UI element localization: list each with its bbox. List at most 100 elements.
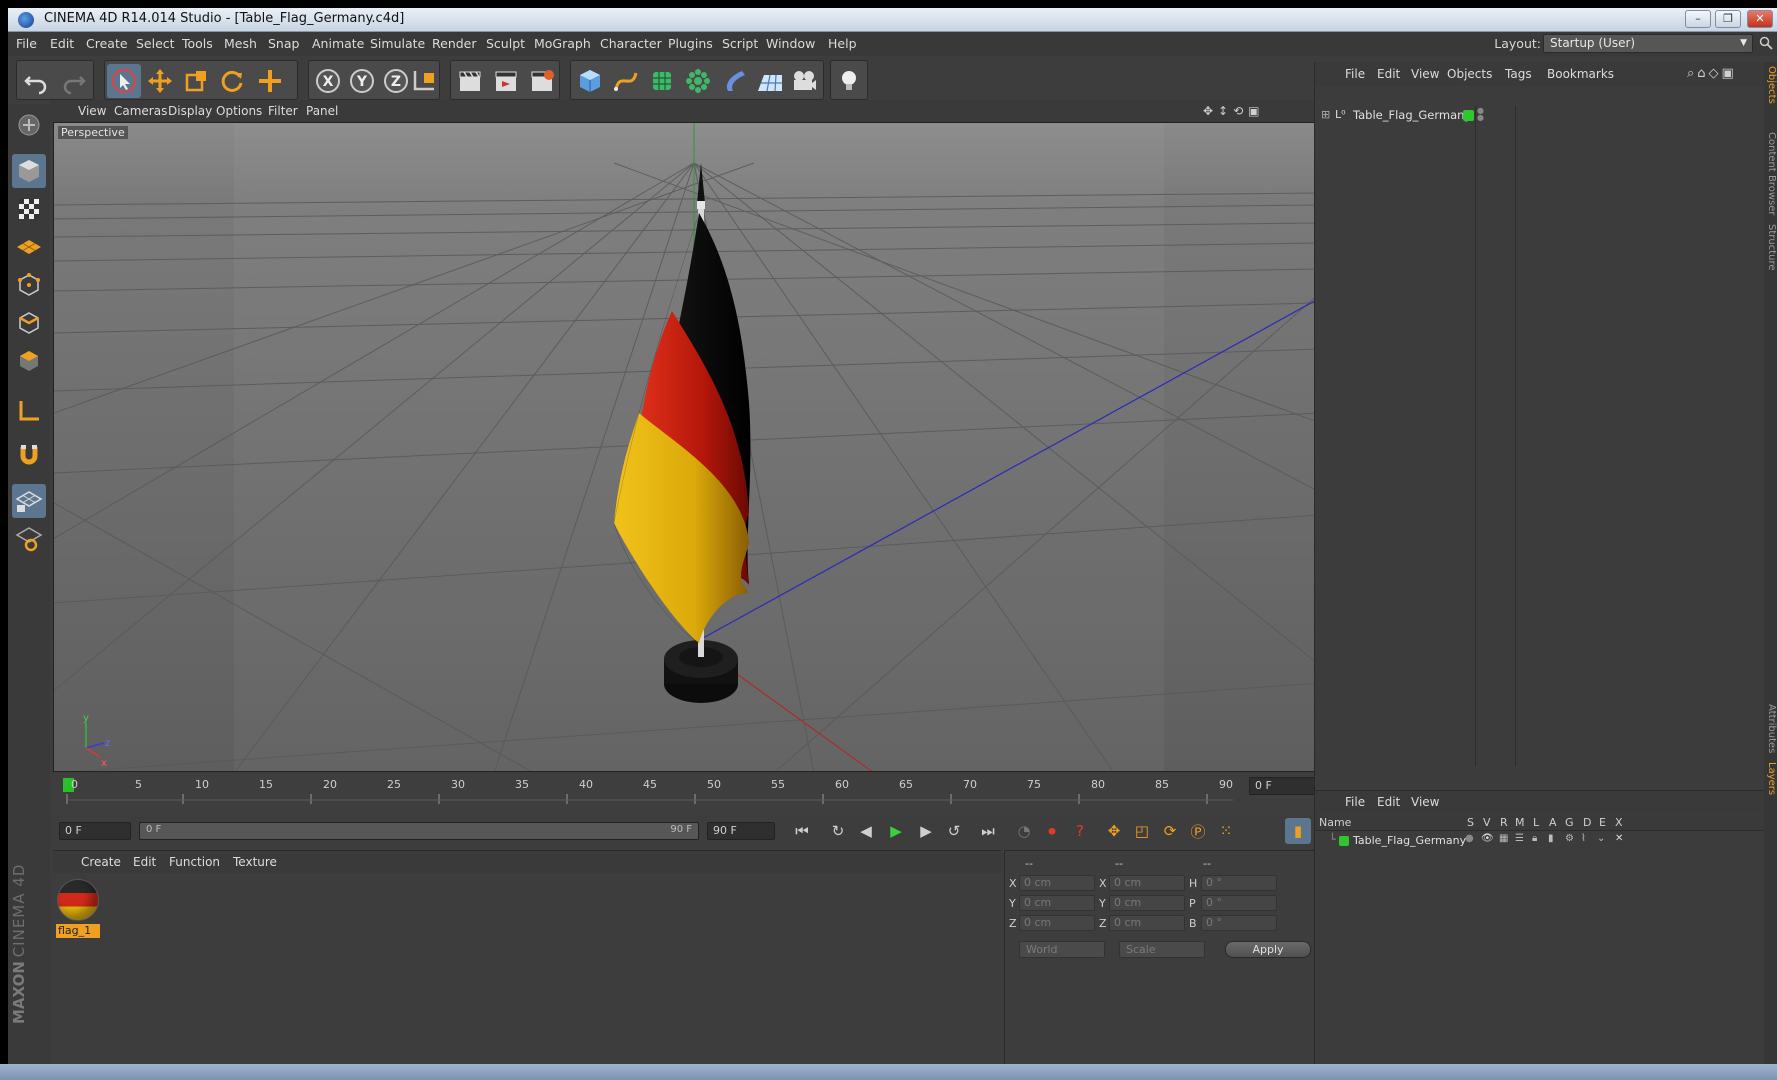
menu-mesh[interactable]: Mesh (224, 36, 257, 51)
vp-menu-filter[interactable]: Filter (268, 104, 298, 118)
timeline-window-button[interactable]: ▮ (1285, 818, 1311, 844)
col-expressions[interactable]: E (1599, 816, 1606, 829)
move-button[interactable] (143, 64, 177, 98)
size-x-field[interactable]: 0 cm (1109, 875, 1185, 891)
key-parameter-button[interactable]: Ⓟ (1185, 818, 1211, 844)
layer-menu-file[interactable]: File (1345, 795, 1365, 809)
key-scale-button[interactable]: ◰ (1129, 818, 1155, 844)
menu-sculpt[interactable]: Sculpt (486, 36, 525, 51)
cube-button[interactable] (573, 64, 607, 98)
menu-file[interactable]: File (16, 36, 37, 51)
close-button[interactable]: ✕ (1747, 10, 1773, 28)
live-selection-button[interactable] (107, 64, 141, 98)
viewport-nav-icons[interactable]: ✥↕⟲▣ (1203, 104, 1265, 118)
y-axis-button[interactable]: Y (345, 64, 379, 98)
material-name[interactable]: flag_1 (56, 924, 100, 938)
col-deformers[interactable]: D (1583, 816, 1591, 829)
layer-menu-edit[interactable]: Edit (1377, 795, 1400, 809)
vp-menu-options[interactable]: Options (216, 104, 262, 118)
model-mode-button[interactable] (12, 154, 46, 188)
layer-row[interactable]: └ Table_Flag_Germany ● 👁 ▦ ☰ 🔒︎ ▮ ⚙ ⌇ ⌄ … (1315, 833, 1765, 851)
menu-render[interactable]: Render (432, 36, 477, 51)
camera-button[interactable] (787, 64, 821, 98)
edges-mode-button[interactable] (12, 306, 46, 340)
goto-end-button[interactable]: ⏭ (975, 818, 1001, 844)
layer-color-swatch[interactable] (1339, 836, 1349, 846)
perspective-viewport[interactable]: y z x Perspective (53, 122, 1319, 772)
mat-menu-create[interactable]: Create (81, 855, 121, 869)
goto-next-key-button[interactable]: ↺ (941, 818, 967, 844)
current-frame-field[interactable]: 0 F (1249, 777, 1315, 795)
col-manager[interactable]: M (1515, 816, 1525, 829)
autokey-button[interactable]: ⏺ (1039, 818, 1065, 844)
mat-menu-function[interactable]: Function (169, 855, 220, 869)
manager-toggle-icon[interactable]: ☰ (1515, 833, 1524, 844)
menu-help[interactable]: Help (828, 36, 857, 51)
col-name[interactable]: Name (1319, 816, 1351, 829)
menu-window[interactable]: Window (766, 36, 815, 51)
pos-x-field[interactable]: 0 cm (1019, 875, 1095, 891)
workplane-mode-button[interactable] (12, 230, 46, 264)
play-button[interactable]: ▶ (883, 818, 909, 844)
render-view-button[interactable] (453, 64, 487, 98)
pos-y-field[interactable]: 0 cm (1019, 895, 1095, 911)
recent-tool-button[interactable] (253, 64, 287, 98)
obj-manager-nav-icons[interactable]: ⌕⌂◇▣ (1687, 66, 1737, 81)
axis-mode-button[interactable] (12, 394, 46, 428)
texture-mode-button[interactable] (12, 192, 46, 226)
menu-simulate[interactable]: Simulate (370, 36, 425, 51)
object-name[interactable]: Table_Flag_Germany (1353, 108, 1471, 122)
menu-animate[interactable]: Animate (312, 36, 364, 51)
frame-range-slider[interactable]: 0 F 90 F (139, 822, 699, 840)
animation-toggle-icon[interactable]: ▮ (1548, 833, 1554, 844)
apply-button[interactable]: Apply (1225, 941, 1311, 958)
tab-layers[interactable]: Layers (1764, 762, 1777, 795)
spline-button[interactable] (609, 64, 643, 98)
object-row[interactable]: ⊞ L⁰ Table_Flag_Germany ● ● (1321, 107, 1751, 125)
render-picture-viewer-button[interactable] (489, 64, 523, 98)
obj-menu-objects[interactable]: Objects (1447, 67, 1492, 81)
key-pla-button[interactable]: ⁙ (1213, 818, 1239, 844)
layer-menu-view[interactable]: View (1411, 795, 1439, 809)
deformer-button[interactable] (717, 64, 751, 98)
workplane-lock-button[interactable] (12, 484, 46, 518)
col-render[interactable]: R (1500, 816, 1508, 829)
mat-menu-edit[interactable]: Edit (133, 855, 156, 869)
start-frame-field[interactable]: 0 F (59, 822, 131, 840)
x-axis-button[interactable]: X (311, 64, 345, 98)
vp-menu-view[interactable]: View (78, 104, 106, 118)
render-toggle-icon[interactable]: ▦ (1499, 833, 1508, 844)
tab-content-browser[interactable]: Content Browser (1764, 132, 1777, 215)
timeline-ruler[interactable]: 0 5 10 15 20 25 30 35 40 45 50 55 60 65 … (53, 774, 1319, 814)
light-button[interactable] (832, 64, 866, 98)
lock-toggle-icon[interactable]: 🔒︎ (1532, 833, 1537, 844)
scale-button[interactable] (179, 64, 213, 98)
goto-start-button[interactable]: ⏮ (789, 818, 815, 844)
planar-workplane-button[interactable] (12, 522, 46, 556)
rotate-button[interactable] (215, 64, 249, 98)
search-icon[interactable] (1759, 36, 1773, 50)
render-settings-button[interactable] (525, 64, 559, 98)
col-locked[interactable]: L (1533, 816, 1539, 829)
mat-menu-texture[interactable]: Texture (233, 855, 277, 869)
menu-create[interactable]: Create (86, 36, 128, 51)
col-generators[interactable]: G (1565, 816, 1574, 829)
expand-icon[interactable]: ⊞ (1321, 108, 1330, 121)
menu-edit[interactable]: Edit (50, 36, 74, 51)
menu-plugins[interactable]: Plugins (668, 36, 713, 51)
obj-menu-file[interactable]: File (1345, 67, 1365, 81)
goto-prev-key-button[interactable]: ↻ (825, 818, 851, 844)
obj-menu-edit[interactable]: Edit (1377, 67, 1400, 81)
menu-select[interactable]: Select (136, 36, 175, 51)
menu-script[interactable]: Script (722, 36, 758, 51)
tab-attributes[interactable]: Attributes (1764, 704, 1777, 753)
layout-dropdown[interactable]: Startup (User) ▼ (1543, 34, 1753, 53)
layer-color-swatch[interactable] (1463, 110, 1474, 121)
undo-button[interactable] (19, 64, 53, 98)
solo-toggle-icon[interactable]: ● (1465, 833, 1474, 844)
key-position-button[interactable]: ✥ (1101, 818, 1127, 844)
step-back-button[interactable]: ◀ (853, 818, 879, 844)
rot-p-field[interactable]: 0 ° (1201, 895, 1277, 911)
expression-toggle-icon[interactable]: ⌄ (1597, 833, 1605, 844)
step-forward-button[interactable]: ▶ (913, 818, 939, 844)
